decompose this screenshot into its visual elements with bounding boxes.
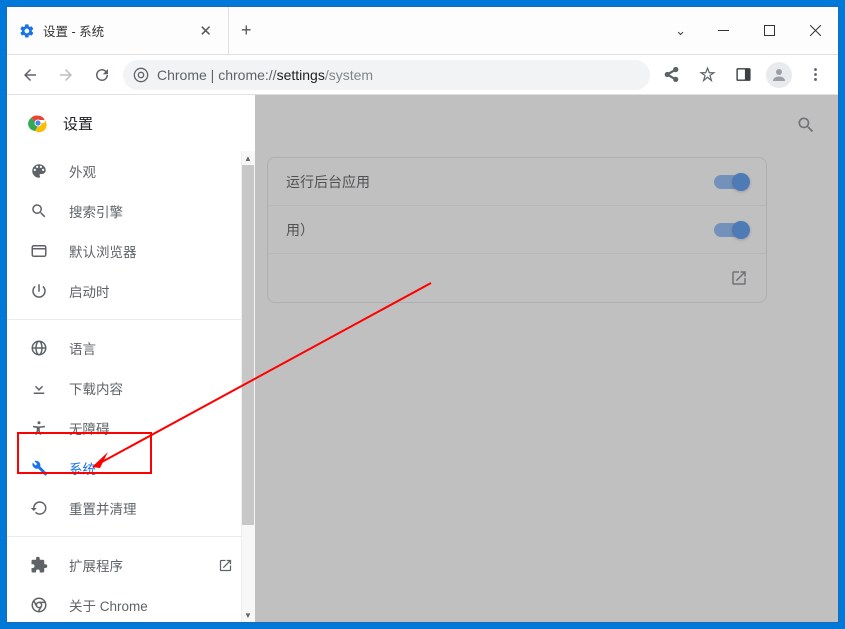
reload-button[interactable]	[87, 60, 117, 90]
sidebar-list[interactable]: 外观 搜索引擎 默认浏览器 启动时 语言	[7, 151, 255, 622]
scroll-down-arrow-icon[interactable]: ▼	[241, 608, 255, 622]
palette-icon	[29, 162, 49, 180]
sidebar-item-on-startup[interactable]: 启动时	[7, 271, 255, 311]
bookmark-icon[interactable]	[692, 60, 722, 90]
browser-tab[interactable]: 设置 - 系统 ✕	[7, 7, 229, 54]
tab-title: 设置 - 系统	[43, 21, 187, 40]
plus-icon: +	[241, 20, 252, 41]
sidebar-label: 无障碍	[69, 418, 110, 438]
sidebar-label: 系统	[69, 458, 96, 478]
sidebar-label: 扩展程序	[69, 555, 123, 575]
restore-icon	[29, 499, 49, 517]
close-window-button[interactable]	[792, 15, 838, 47]
browser-icon	[29, 242, 49, 260]
toolbar: Chrome | chrome://settings/system	[7, 55, 838, 95]
sidebar-item-default-browser[interactable]: 默认浏览器	[7, 231, 255, 271]
share-icon[interactable]	[656, 60, 686, 90]
titlebar: 设置 - 系统 ✕ + ⌄	[7, 7, 838, 55]
chrome-outline-icon	[29, 596, 49, 614]
accessibility-icon	[29, 419, 49, 437]
sidebar-header: 设置	[7, 95, 255, 151]
sidebar-scrollbar[interactable]: ▲ ▼	[241, 151, 255, 622]
back-button[interactable]	[15, 60, 45, 90]
globe-icon	[29, 339, 49, 357]
sidebar-item-downloads[interactable]: 下载内容	[7, 368, 255, 408]
scroll-up-arrow-icon[interactable]: ▲	[241, 151, 255, 165]
external-link-icon	[218, 558, 233, 573]
settings-sidebar: 设置 外观 搜索引擎 默认浏览器 启动时	[7, 95, 255, 622]
divider	[7, 319, 255, 320]
settings-main: 运行后台应用 用）	[255, 95, 838, 622]
titlebar-drag-area[interactable]	[264, 7, 662, 54]
sidebar-item-accessibility[interactable]: 无障碍	[7, 408, 255, 448]
divider	[7, 536, 255, 537]
sidebar-item-appearance[interactable]: 外观	[7, 151, 255, 191]
chevron-down-icon[interactable]: ⌄	[661, 23, 700, 39]
dim-overlay	[255, 95, 838, 622]
sidebar-item-system[interactable]: 系统	[7, 448, 255, 488]
sidebar-label: 重置并清理	[69, 498, 137, 518]
gear-icon	[19, 23, 35, 39]
sidebar-item-reset[interactable]: 重置并清理	[7, 488, 255, 528]
forward-button[interactable]	[51, 60, 81, 90]
power-icon	[29, 282, 49, 300]
sidebar-label: 默认浏览器	[69, 241, 137, 261]
sidebar-label: 关于 Chrome	[69, 595, 148, 615]
avatar-icon	[766, 62, 792, 88]
wrench-icon	[29, 459, 49, 477]
profile-button[interactable]	[764, 60, 794, 90]
side-panel-icon[interactable]	[728, 60, 758, 90]
search-icon	[29, 202, 49, 220]
browser-window: 设置 - 系统 ✕ + ⌄	[6, 6, 839, 623]
minimize-button[interactable]	[700, 15, 746, 47]
sidebar-title: 设置	[63, 113, 93, 134]
chrome-icon	[133, 67, 149, 83]
chrome-logo-icon	[27, 112, 49, 134]
sidebar-label: 搜索引擎	[69, 201, 123, 221]
address-text: Chrome | chrome://settings/system	[157, 67, 373, 83]
window-controls: ⌄	[661, 7, 838, 54]
sidebar-item-extensions[interactable]: 扩展程序	[7, 545, 255, 585]
sidebar-label: 外观	[69, 161, 96, 181]
sidebar-label: 语言	[69, 338, 96, 358]
maximize-button[interactable]	[746, 15, 792, 47]
scrollbar-thumb[interactable]	[242, 165, 254, 525]
menu-button[interactable]	[800, 60, 830, 90]
close-tab-button[interactable]: ✕	[195, 22, 216, 40]
sidebar-item-search-engine[interactable]: 搜索引擎	[7, 191, 255, 231]
address-bar[interactable]: Chrome | chrome://settings/system	[123, 60, 650, 90]
sidebar-item-languages[interactable]: 语言	[7, 328, 255, 368]
content-area: 设置 外观 搜索引擎 默认浏览器 启动时	[7, 95, 838, 622]
sidebar-label: 下载内容	[69, 378, 123, 398]
new-tab-button[interactable]: +	[229, 7, 264, 54]
download-icon	[29, 379, 49, 397]
sidebar-item-about-chrome[interactable]: 关于 Chrome	[7, 585, 255, 622]
extension-icon	[29, 556, 49, 574]
sidebar-label: 启动时	[69, 281, 110, 301]
